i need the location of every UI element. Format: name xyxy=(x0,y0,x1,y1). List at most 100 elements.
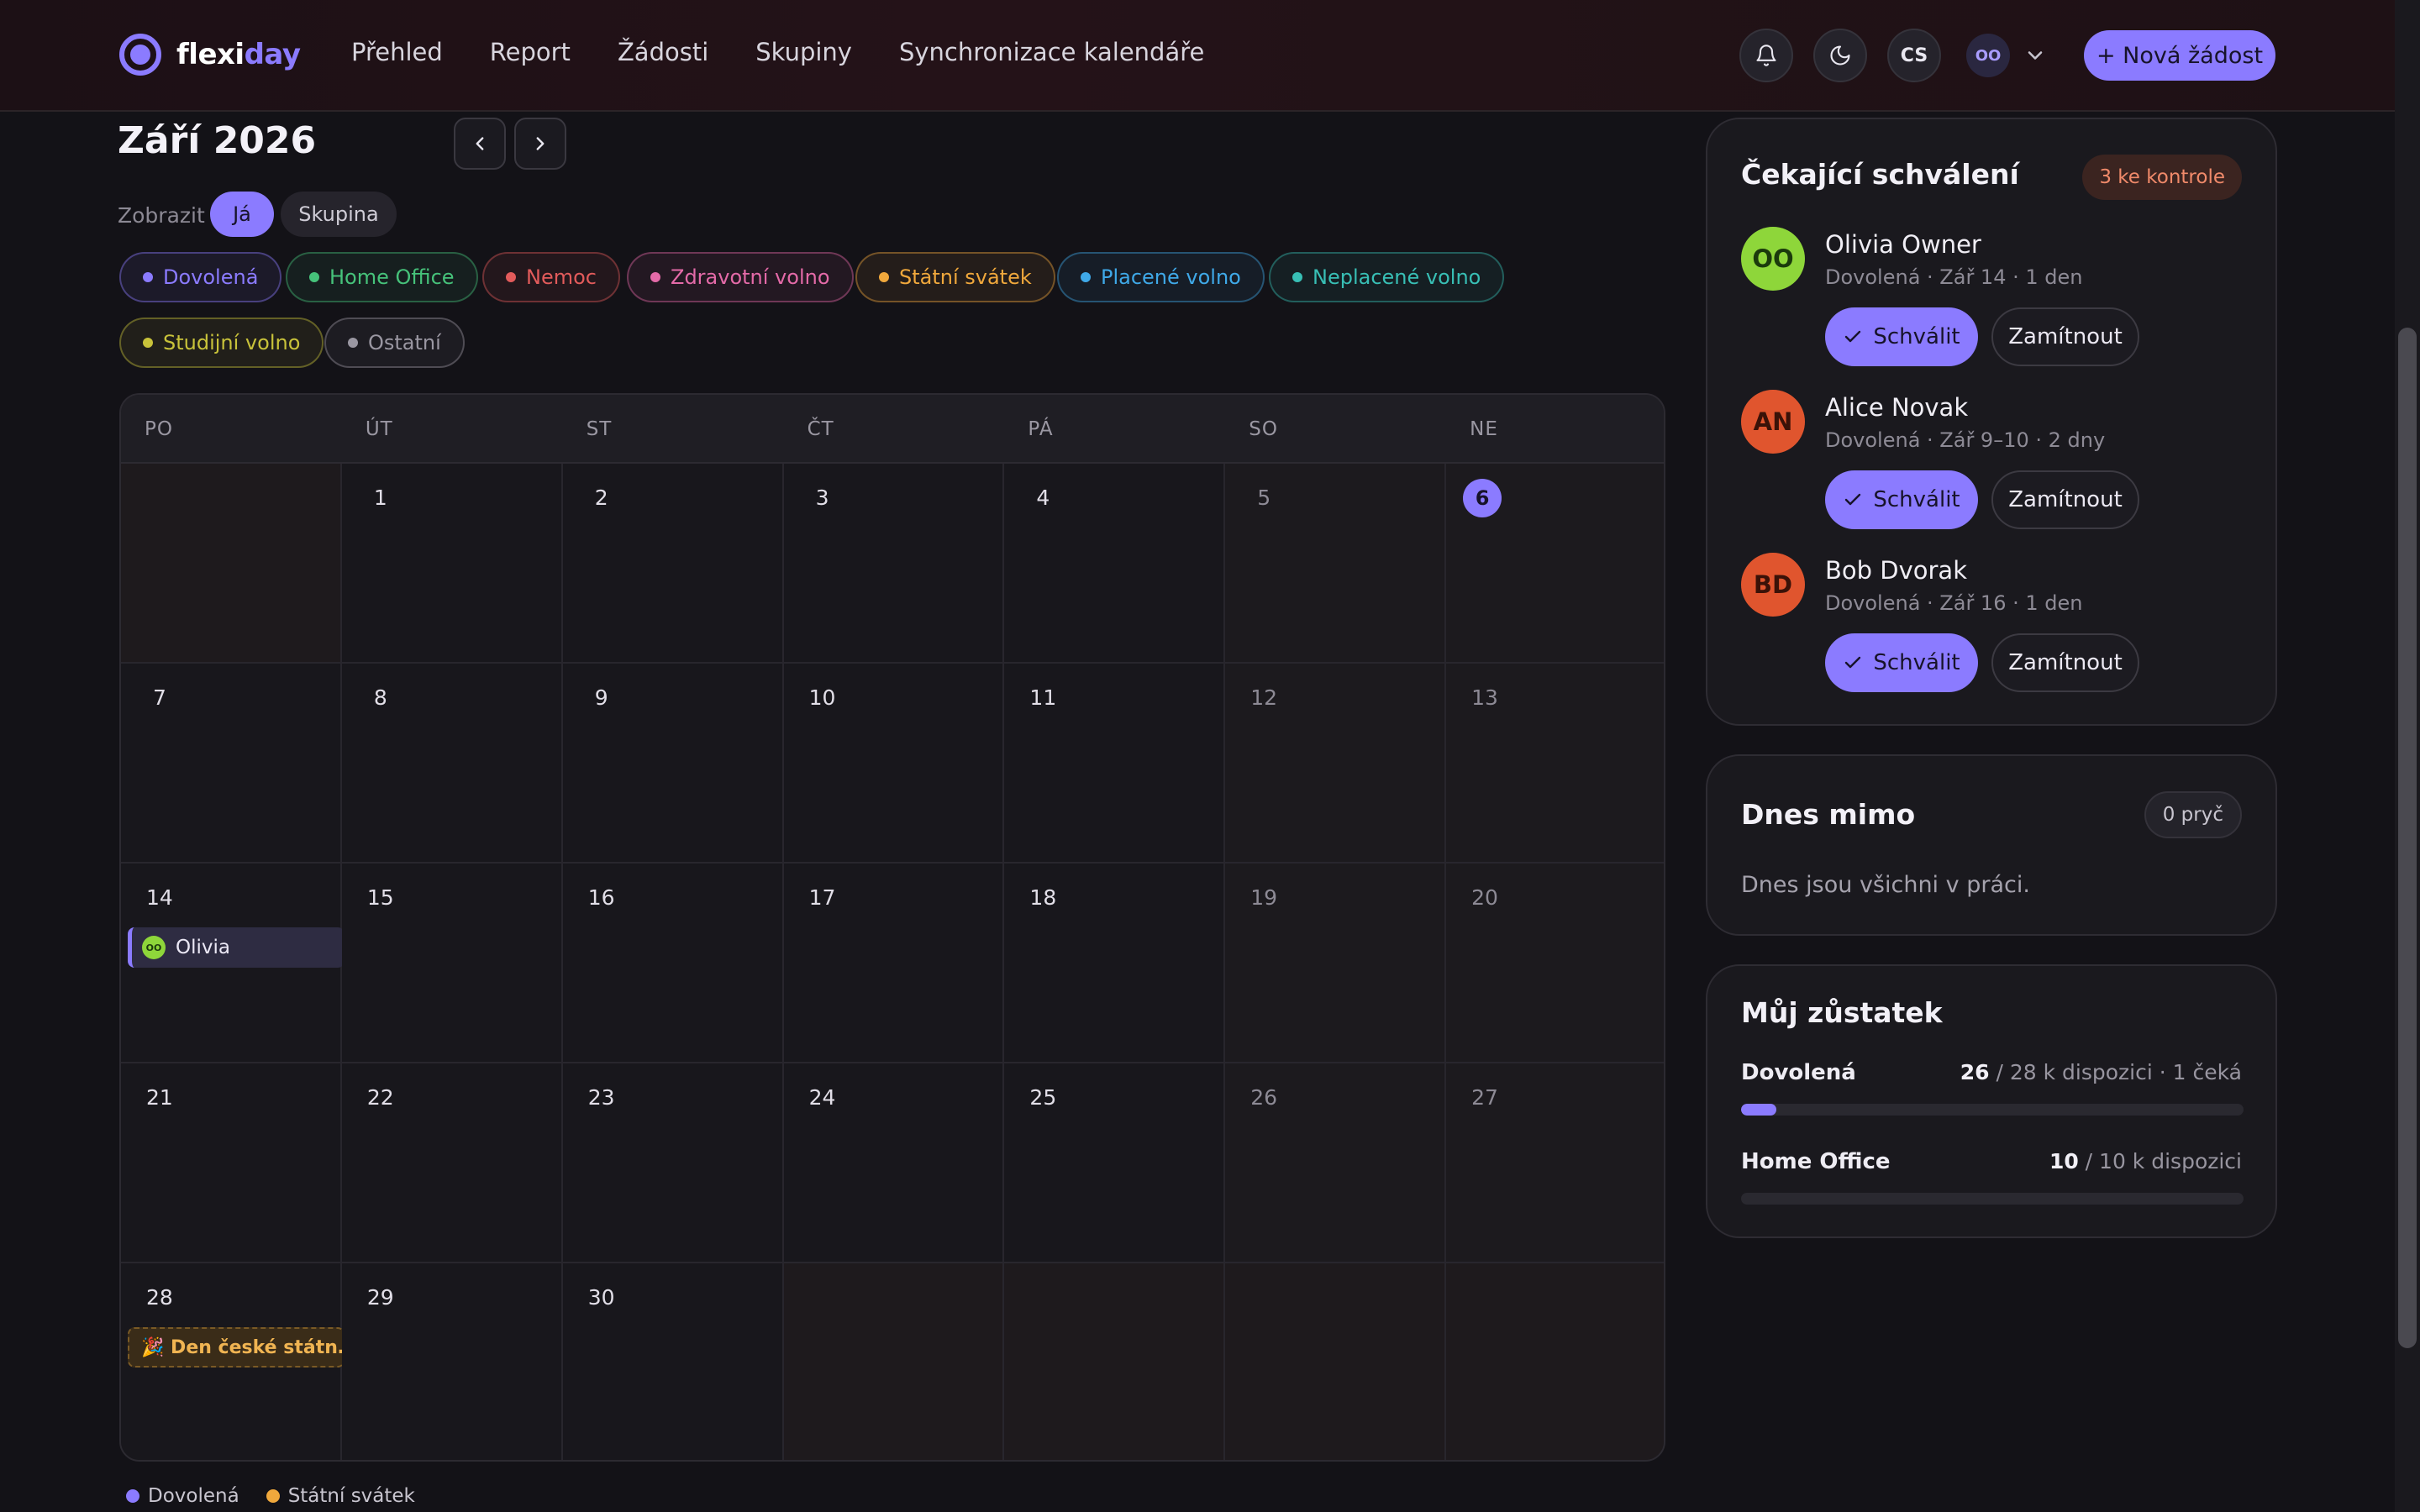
scrollbar-thumb[interactable] xyxy=(2398,328,2417,1348)
nav-item-sync[interactable]: Synchronizace kalendáře xyxy=(899,38,1204,66)
weekday-label: PÁ xyxy=(1028,418,1054,440)
requester-avatar: BD xyxy=(1741,553,1805,617)
view-toggle-me[interactable]: Já xyxy=(210,192,274,237)
check-icon xyxy=(1845,330,1861,343)
day-number: 2 xyxy=(594,486,608,510)
main-nav: Přehled Report Žádosti Skupiny Synchroni… xyxy=(351,38,1204,66)
event-vacation[interactable]: OO Olivia xyxy=(128,927,345,968)
filter-dot xyxy=(506,272,516,282)
next-month-button[interactable] xyxy=(514,118,566,170)
calendar-day-cell[interactable]: 12 xyxy=(1225,664,1447,864)
filter-chip[interactable]: Studijní volno xyxy=(119,318,324,368)
filter-chip[interactable]: Neplacené volno xyxy=(1269,252,1505,302)
day-number: 12 xyxy=(1250,685,1278,710)
filter-chip[interactable]: Dovolená xyxy=(119,252,282,302)
calendar-day-cell xyxy=(1225,1263,1447,1460)
calendar-day-cell[interactable]: 28 🎉 Den české státn… xyxy=(121,1263,345,1460)
filter-chip[interactable]: Nemoc xyxy=(482,252,620,302)
day-number: 18 xyxy=(1029,885,1057,910)
calendar-day-cell[interactable]: 20 xyxy=(1446,864,1664,1063)
calendar-day-cell[interactable]: 2 xyxy=(562,464,784,664)
filter-dot xyxy=(879,272,889,282)
event-avatar: OO xyxy=(142,936,166,959)
calendar-day-cell[interactable]: 3 xyxy=(783,464,1005,664)
calendar-day-cell[interactable]: 19 xyxy=(1225,864,1447,1063)
check-icon xyxy=(1845,656,1861,669)
filter-label: Nemoc xyxy=(526,265,597,289)
calendar-day-cell xyxy=(1004,1263,1226,1460)
new-request-button[interactable]: + Nová žádost xyxy=(2084,30,2275,81)
check-icon xyxy=(1845,493,1861,506)
calendar-day-cell[interactable]: 10 xyxy=(783,664,1005,864)
calendar-day-cell[interactable]: 15 xyxy=(341,864,563,1063)
filter-dot xyxy=(309,272,319,282)
calendar-day-cell[interactable]: 17 xyxy=(783,864,1005,1063)
scrollbar[interactable] xyxy=(2395,0,2420,1512)
legend-item: Dovolená xyxy=(126,1485,239,1507)
theme-toggle-button[interactable] xyxy=(1813,29,1867,82)
calendar-day-cell[interactable]: 25 xyxy=(1004,1063,1226,1263)
filter-dot xyxy=(650,272,660,282)
language-button[interactable]: CS xyxy=(1887,29,1941,82)
chevron-down-icon[interactable] xyxy=(2023,44,2047,67)
day-number: 23 xyxy=(587,1085,615,1110)
prev-month-button[interactable] xyxy=(454,118,506,170)
calendar-day-cell[interactable]: 13 xyxy=(1446,664,1664,864)
calendar-day-cell[interactable]: 5 xyxy=(1225,464,1447,664)
request-details: Dovolená · Zář 9–10 · 2 dny xyxy=(1825,428,2106,452)
legend-dot xyxy=(126,1489,139,1503)
filter-chip[interactable]: Zdravotní volno xyxy=(627,252,854,302)
panel-title: Dnes mimo xyxy=(1741,798,1916,831)
reject-button[interactable]: Zamítnout xyxy=(1991,307,2139,366)
day-number: 13 xyxy=(1471,685,1498,710)
view-toggle-group[interactable]: Skupina xyxy=(281,192,397,237)
nav-item-report[interactable]: Report xyxy=(490,38,571,66)
nav-item-prehled[interactable]: Přehled xyxy=(351,38,443,66)
filter-chip[interactable]: Státní svátek xyxy=(855,252,1055,302)
nav-item-zadosti[interactable]: Žádosti xyxy=(618,38,708,66)
filter-chip[interactable]: Placené volno xyxy=(1057,252,1265,302)
calendar-day-cell[interactable]: 27 xyxy=(1446,1063,1664,1263)
nav-item-skupiny[interactable]: Skupiny xyxy=(755,38,852,66)
calendar-day-cell[interactable]: 29 xyxy=(341,1263,563,1460)
reject-button[interactable]: Zamítnout xyxy=(1991,470,2139,529)
requester-name: Alice Novak xyxy=(1825,393,1969,422)
filter-label: Ostatní xyxy=(368,331,441,354)
calendar-day-cell[interactable]: 8 xyxy=(341,664,563,864)
logo[interactable]: flexiday xyxy=(119,34,301,76)
filter-dot xyxy=(1081,272,1091,282)
calendar-day-cell[interactable]: 24 xyxy=(783,1063,1005,1263)
event-holiday[interactable]: 🎉 Den české státn… xyxy=(128,1327,345,1368)
calendar-day-cell[interactable]: 22 xyxy=(341,1063,563,1263)
reject-button[interactable]: Zamítnout xyxy=(1991,633,2139,692)
calendar-day-cell[interactable]: 11 xyxy=(1004,664,1226,864)
calendar-day-cell[interactable]: 4 xyxy=(1004,464,1226,664)
filter-chip[interactable]: Home Office xyxy=(286,252,478,302)
calendar-day-cell[interactable]: 1 xyxy=(341,464,563,664)
calendar-day-cell[interactable]: 18 xyxy=(1004,864,1226,1063)
calendar-day-cell[interactable]: 7 xyxy=(121,664,342,864)
calendar-day-cell[interactable]: 16 xyxy=(562,864,784,1063)
calendar-day-cell xyxy=(1446,1263,1664,1460)
calendar-day-cell[interactable]: 14 OO Olivia xyxy=(121,864,345,1063)
panel-title: Můj zůstatek xyxy=(1741,996,1943,1029)
filter-chip[interactable]: Ostatní xyxy=(324,318,465,368)
calendar-day-cell[interactable]: 26 xyxy=(1225,1063,1447,1263)
approve-button[interactable]: Schválit xyxy=(1825,633,1978,692)
calendar-day-cell[interactable]: 30 xyxy=(562,1263,784,1460)
day-number: 7 xyxy=(153,685,166,710)
balance-value: 26 / 28 k dispozici · 1 čeká xyxy=(1960,1060,2242,1084)
notifications-button[interactable] xyxy=(1739,29,1793,82)
approve-button[interactable]: Schválit xyxy=(1825,470,1978,529)
day-number: 19 xyxy=(1250,885,1278,910)
event-label: Olivia xyxy=(176,937,230,958)
balance-value: 10 / 10 k dispozici xyxy=(2049,1149,2242,1173)
calendar-day-cell[interactable]: 23 xyxy=(562,1063,784,1263)
month-title: Září 2026 xyxy=(118,119,317,162)
calendar-day-cell[interactable]: 21 xyxy=(121,1063,342,1263)
user-avatar[interactable]: OO xyxy=(1966,34,2010,77)
away-count-badge: 0 pryč xyxy=(2144,791,2242,838)
calendar-day-cell[interactable]: 9 xyxy=(562,664,784,864)
approve-button[interactable]: Schválit xyxy=(1825,307,1978,366)
calendar-day-cell[interactable]: 6 xyxy=(1446,464,1664,664)
